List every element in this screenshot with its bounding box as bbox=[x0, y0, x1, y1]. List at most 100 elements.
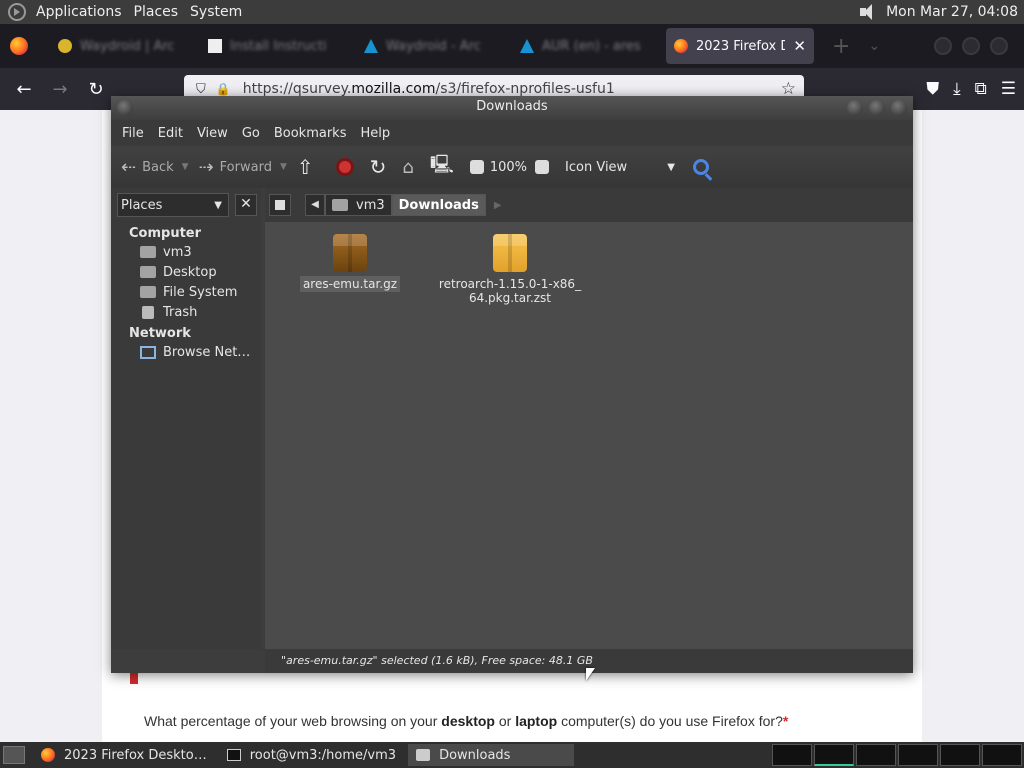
task-terminal[interactable]: root@vm3:/home/vm3 bbox=[219, 744, 404, 766]
sidebar-item-browse-network[interactable]: Browse Net… bbox=[111, 342, 261, 362]
required-indicator bbox=[130, 672, 138, 684]
breadcrumb-vm3[interactable]: vm3 bbox=[325, 194, 392, 216]
forward-button[interactable]: ⇢ Forward ▼ bbox=[199, 157, 287, 178]
zoom-out-icon[interactable] bbox=[469, 160, 484, 174]
computer-button[interactable]: 🖳 bbox=[430, 152, 460, 182]
sidebar-type-label: Places bbox=[121, 197, 163, 213]
firefox-icon bbox=[41, 748, 55, 762]
forward-arrow-icon[interactable]: → bbox=[42, 79, 78, 100]
reload-button[interactable]: ↻ bbox=[370, 155, 393, 179]
back-arrow-icon[interactable]: ← bbox=[6, 79, 42, 100]
task-firefox[interactable]: 2023 Firefox Deskto… bbox=[33, 744, 215, 766]
folder-icon bbox=[416, 749, 431, 761]
firefox-view-icon[interactable] bbox=[10, 37, 28, 55]
close-window-icon[interactable] bbox=[990, 37, 1008, 55]
up-button[interactable]: ⇧ bbox=[297, 155, 320, 179]
reload-icon[interactable]: ↻ bbox=[78, 79, 114, 100]
menu-bookmarks[interactable]: Bookmarks bbox=[267, 126, 354, 141]
zoom-controls: 100% bbox=[469, 159, 555, 175]
browser-tab[interactable]: Install Instructi bbox=[200, 28, 356, 64]
distro-logo-icon[interactable] bbox=[8, 3, 26, 21]
path-right-arrow-icon[interactable]: ▶ bbox=[494, 200, 502, 211]
workspace-2[interactable] bbox=[814, 744, 854, 766]
file-manager-body: Places ▼ ✕ Computer vm3 Desktop File Sys… bbox=[111, 188, 913, 673]
menu-edit[interactable]: Edit bbox=[151, 126, 190, 141]
bottom-taskbar: 2023 Firefox Deskto… root@vm3:/home/vm3 … bbox=[0, 742, 1024, 768]
window-menu-icon[interactable] bbox=[117, 100, 133, 116]
browser-tab[interactable]: AUR (en) - ares bbox=[512, 28, 666, 64]
tab-title: Waydroid | Arc bbox=[80, 38, 175, 54]
sidebar-item-trash[interactable]: Trash bbox=[111, 302, 261, 322]
minimize-icon[interactable] bbox=[847, 100, 863, 116]
extensions-icon[interactable]: ⧉ bbox=[975, 79, 987, 99]
stop-button[interactable] bbox=[335, 158, 354, 176]
sidebar-item-file-system[interactable]: File System bbox=[111, 282, 261, 302]
home-button[interactable]: ⌂ bbox=[402, 157, 419, 178]
menu-system[interactable]: System bbox=[184, 4, 248, 20]
edit-location-icon[interactable] bbox=[269, 194, 291, 216]
shield-icon[interactable]: ⛉ bbox=[196, 82, 206, 97]
browser-tab[interactable]: Waydroid - Arc bbox=[356, 28, 512, 64]
zoom-level: 100% bbox=[489, 159, 528, 175]
file-icon-view[interactable]: ares-emu.tar.gz retroarch-1.15.0-1-x86_ 6… bbox=[265, 222, 913, 649]
browser-tab-active[interactable]: 2023 Firefox De ✕ bbox=[666, 28, 814, 64]
workspace-6[interactable] bbox=[982, 744, 1022, 766]
chevron-down-icon: ▼ bbox=[214, 199, 222, 211]
chevron-down-icon[interactable]: ▼ bbox=[182, 162, 189, 172]
task-label: root@vm3:/home/vm3 bbox=[249, 747, 397, 763]
search-button[interactable] bbox=[692, 159, 709, 175]
path-left-arrow-icon[interactable]: ◀ bbox=[305, 194, 325, 216]
workspace-5[interactable] bbox=[940, 744, 980, 766]
list-tabs-icon[interactable]: ⌄ bbox=[868, 38, 880, 54]
file-item[interactable]: ares-emu.tar.gz bbox=[275, 234, 425, 292]
window-title: Downloads bbox=[476, 99, 548, 114]
chevron-down-icon[interactable]: ▼ bbox=[280, 162, 287, 172]
hamburger-menu-icon[interactable]: ☰ bbox=[1001, 79, 1016, 99]
workspace-4[interactable] bbox=[898, 744, 938, 766]
forward-arrow-icon: ⇢ bbox=[198, 156, 214, 178]
close-sidebar-icon[interactable]: ✕ bbox=[235, 194, 257, 216]
places-sidebar: Places ▼ ✕ Computer vm3 Desktop File Sys… bbox=[111, 188, 261, 649]
zoom-in-icon[interactable] bbox=[535, 160, 550, 174]
workspace-1[interactable] bbox=[772, 744, 812, 766]
toolbar: ⇠ Back ▼ ⇢ Forward ▼ ⇧ ↻ ⌂ 🖳 100% Icon V… bbox=[111, 146, 913, 188]
menu-places[interactable]: Places bbox=[128, 4, 185, 20]
computer-icon: 🖳 bbox=[429, 154, 454, 175]
breadcrumb-downloads[interactable]: Downloads bbox=[391, 194, 486, 216]
menu-file[interactable]: File bbox=[115, 126, 151, 141]
workspace-3[interactable] bbox=[856, 744, 896, 766]
reload-icon: ↻ bbox=[369, 155, 387, 179]
sidebar-item-vm3[interactable]: vm3 bbox=[111, 242, 261, 262]
minimize-icon[interactable] bbox=[934, 37, 952, 55]
stop-icon bbox=[335, 158, 354, 176]
close-tab-icon[interactable]: ✕ bbox=[793, 37, 806, 55]
path-bar: ◀ vm3 Downloads ▶ bbox=[265, 188, 913, 222]
new-tab-icon[interactable]: + bbox=[832, 34, 850, 59]
menu-go[interactable]: Go bbox=[235, 126, 267, 141]
back-button[interactable]: ⇠ Back ▼ bbox=[121, 157, 189, 178]
view-mode-select[interactable]: Icon View ▼ bbox=[565, 160, 675, 175]
maximize-icon[interactable] bbox=[962, 37, 980, 55]
view-mode-label: Icon View bbox=[565, 159, 628, 175]
sidebar-type-select[interactable]: Places ▼ bbox=[117, 193, 229, 217]
mouse-cursor bbox=[586, 668, 595, 681]
tab-favicon-icon bbox=[208, 39, 222, 53]
volume-icon[interactable] bbox=[858, 3, 878, 21]
url-text[interactable]: https://qsurvey.mozilla.com/s3/firefox-n… bbox=[243, 81, 615, 97]
menu-view[interactable]: View bbox=[190, 126, 235, 141]
menu-help[interactable]: Help bbox=[353, 126, 397, 141]
lock-icon[interactable]: 🔒 bbox=[216, 82, 231, 96]
close-window-icon[interactable] bbox=[891, 100, 907, 116]
pocket-icon[interactable]: ⛊ bbox=[926, 79, 939, 99]
window-titlebar[interactable]: Downloads bbox=[111, 96, 913, 120]
downloads-icon[interactable]: ⤓ bbox=[953, 79, 961, 99]
clock[interactable]: Mon Mar 27, 04:08 bbox=[886, 4, 1024, 20]
menu-applications[interactable]: Applications bbox=[30, 4, 128, 20]
file-item[interactable]: retroarch-1.15.0-1-x86_ 64.pkg.tar.zst bbox=[435, 234, 585, 306]
show-desktop-icon[interactable] bbox=[3, 746, 25, 764]
maximize-icon[interactable] bbox=[869, 100, 885, 116]
browser-tab[interactable]: Waydroid | Arc bbox=[50, 28, 200, 64]
sidebar-item-desktop[interactable]: Desktop bbox=[111, 262, 261, 282]
desktop-folder-icon bbox=[140, 266, 156, 278]
task-downloads[interactable]: Downloads bbox=[408, 744, 575, 766]
